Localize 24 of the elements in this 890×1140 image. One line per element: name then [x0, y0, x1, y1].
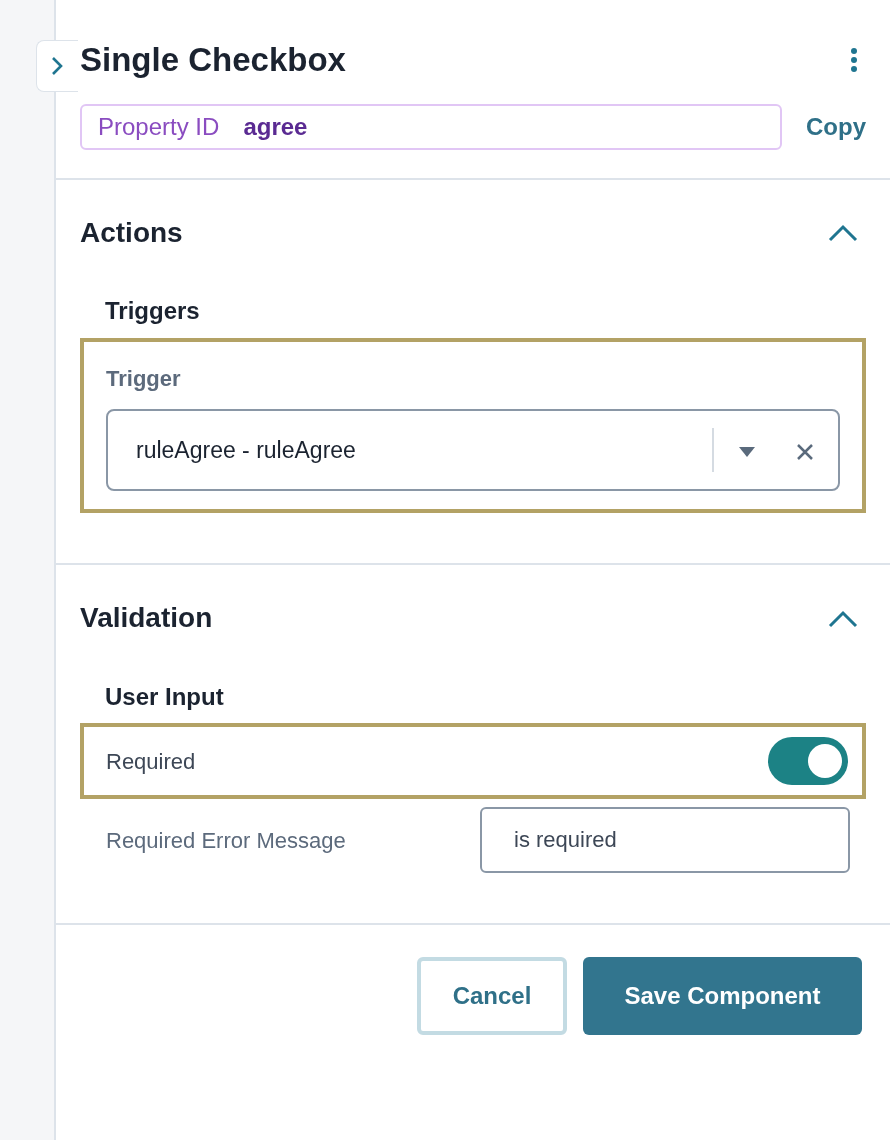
chevron-right-icon [51, 56, 63, 76]
panel-title: Single Checkbox [80, 40, 346, 80]
expand-tab[interactable] [36, 40, 78, 92]
property-id-label: Property ID [98, 111, 220, 142]
error-message-field[interactable]: is required [480, 807, 850, 874]
toggle-label: Required [106, 747, 196, 776]
property-id-value: agree [243, 111, 308, 142]
section-heading: Actions [80, 215, 183, 250]
subsection-heading: Triggers [105, 297, 201, 326]
save-button[interactable]: Save Component [583, 957, 862, 1036]
copy-button[interactable]: Copy [806, 108, 866, 145]
subsection-heading: User Input [105, 682, 225, 712]
error-message-label: Required Error Message [106, 826, 346, 855]
chevron-up-icon [828, 224, 858, 243]
select-value: ruleAgree - ruleAgree [136, 435, 357, 465]
chevron-up-icon [828, 609, 858, 628]
field-label: Trigger [106, 365, 182, 393]
more-icon [850, 46, 858, 73]
trigger-select[interactable]: ruleAgree - ruleAgree [106, 409, 840, 491]
cancel-button[interactable]: Cancel [417, 957, 567, 1036]
caret-icon [738, 445, 756, 458]
required-toggle[interactable] [768, 737, 848, 786]
section-heading: Validation [80, 601, 213, 635]
close-icon [796, 442, 814, 461]
